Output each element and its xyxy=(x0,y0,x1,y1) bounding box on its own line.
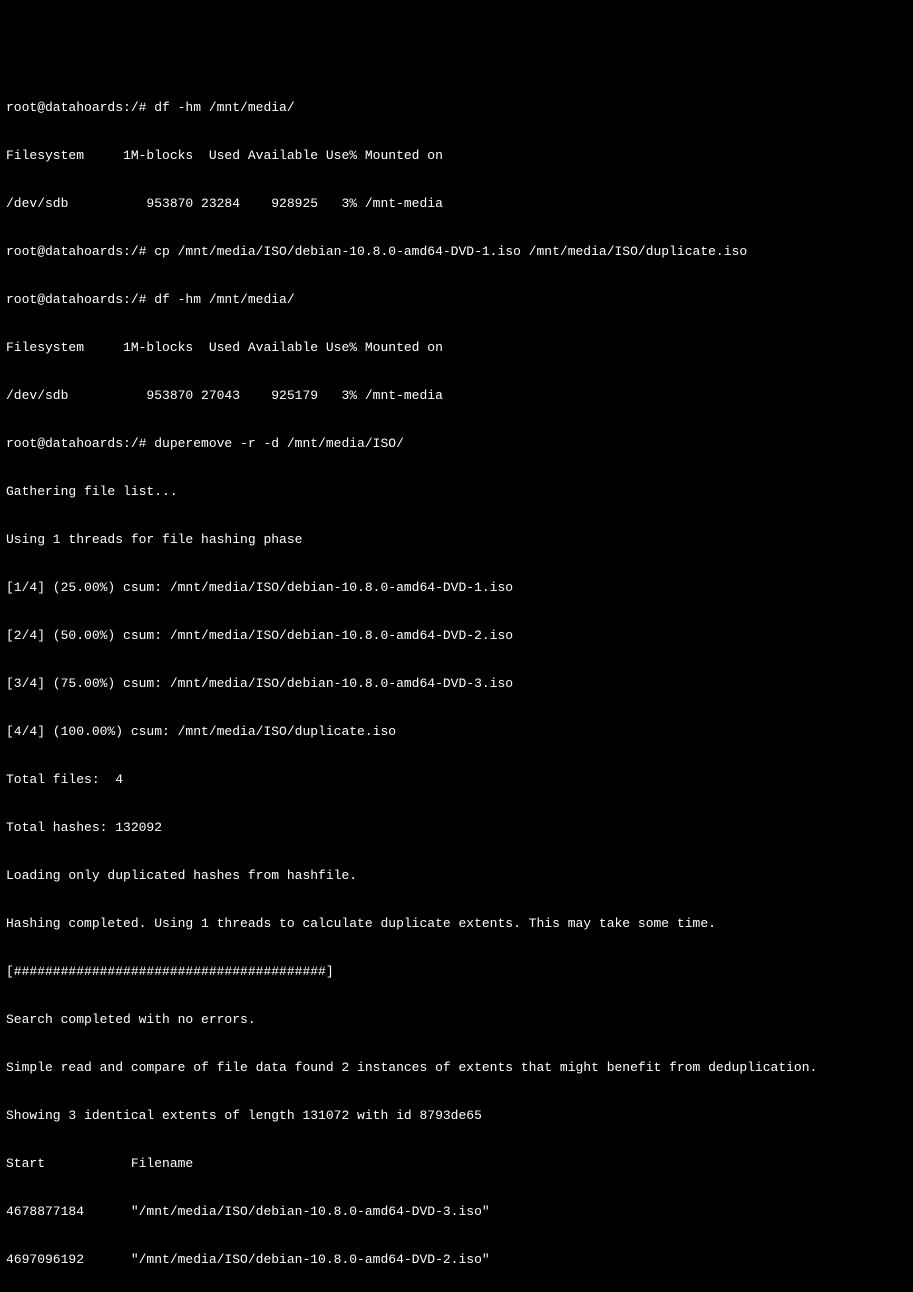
terminal-line: Total files: 4 xyxy=(6,772,907,788)
terminal-line: Total hashes: 132092 xyxy=(6,820,907,836)
terminal-line: root@datahoards:/# duperemove -r -d /mnt… xyxy=(6,436,907,452)
terminal-line: [2/4] (50.00%) csum: /mnt/media/ISO/debi… xyxy=(6,628,907,644)
terminal-line: root@datahoards:/# cp /mnt/media/ISO/deb… xyxy=(6,244,907,260)
terminal-line: Loading only duplicated hashes from hash… xyxy=(6,868,907,884)
terminal-line: /dev/sdb 953870 27043 925179 3% /mnt-med… xyxy=(6,388,907,404)
terminal-line: Filesystem 1M-blocks Used Available Use%… xyxy=(6,148,907,164)
terminal-line: 4678877184 "/mnt/media/ISO/debian-10.8.0… xyxy=(6,1204,907,1220)
terminal-line: [#######################################… xyxy=(6,964,907,980)
terminal-line: Filesystem 1M-blocks Used Available Use%… xyxy=(6,340,907,356)
terminal-line: [3/4] (75.00%) csum: /mnt/media/ISO/debi… xyxy=(6,676,907,692)
terminal-line: [4/4] (100.00%) csum: /mnt/media/ISO/dup… xyxy=(6,724,907,740)
terminal-line: Simple read and compare of file data fou… xyxy=(6,1060,907,1076)
terminal-line: Using 1 threads for file hashing phase xyxy=(6,532,907,548)
terminal-line: 4697096192 "/mnt/media/ISO/debian-10.8.0… xyxy=(6,1252,907,1268)
terminal-line: Search completed with no errors. xyxy=(6,1012,907,1028)
terminal-line: Hashing completed. Using 1 threads to ca… xyxy=(6,916,907,932)
terminal-line: /dev/sdb 953870 23284 928925 3% /mnt-med… xyxy=(6,196,907,212)
terminal-line: root@datahoards:/# df -hm /mnt/media/ xyxy=(6,292,907,308)
terminal-line: [1/4] (25.00%) csum: /mnt/media/ISO/debi… xyxy=(6,580,907,596)
terminal-line: Showing 3 identical extents of length 13… xyxy=(6,1108,907,1124)
terminal-line: Gathering file list... xyxy=(6,484,907,500)
terminal-output[interactable]: root@datahoards:/# df -hm /mnt/media/ Fi… xyxy=(6,68,907,706)
terminal-line: Start Filename xyxy=(6,1156,907,1172)
terminal-line: root@datahoards:/# df -hm /mnt/media/ xyxy=(6,100,907,116)
